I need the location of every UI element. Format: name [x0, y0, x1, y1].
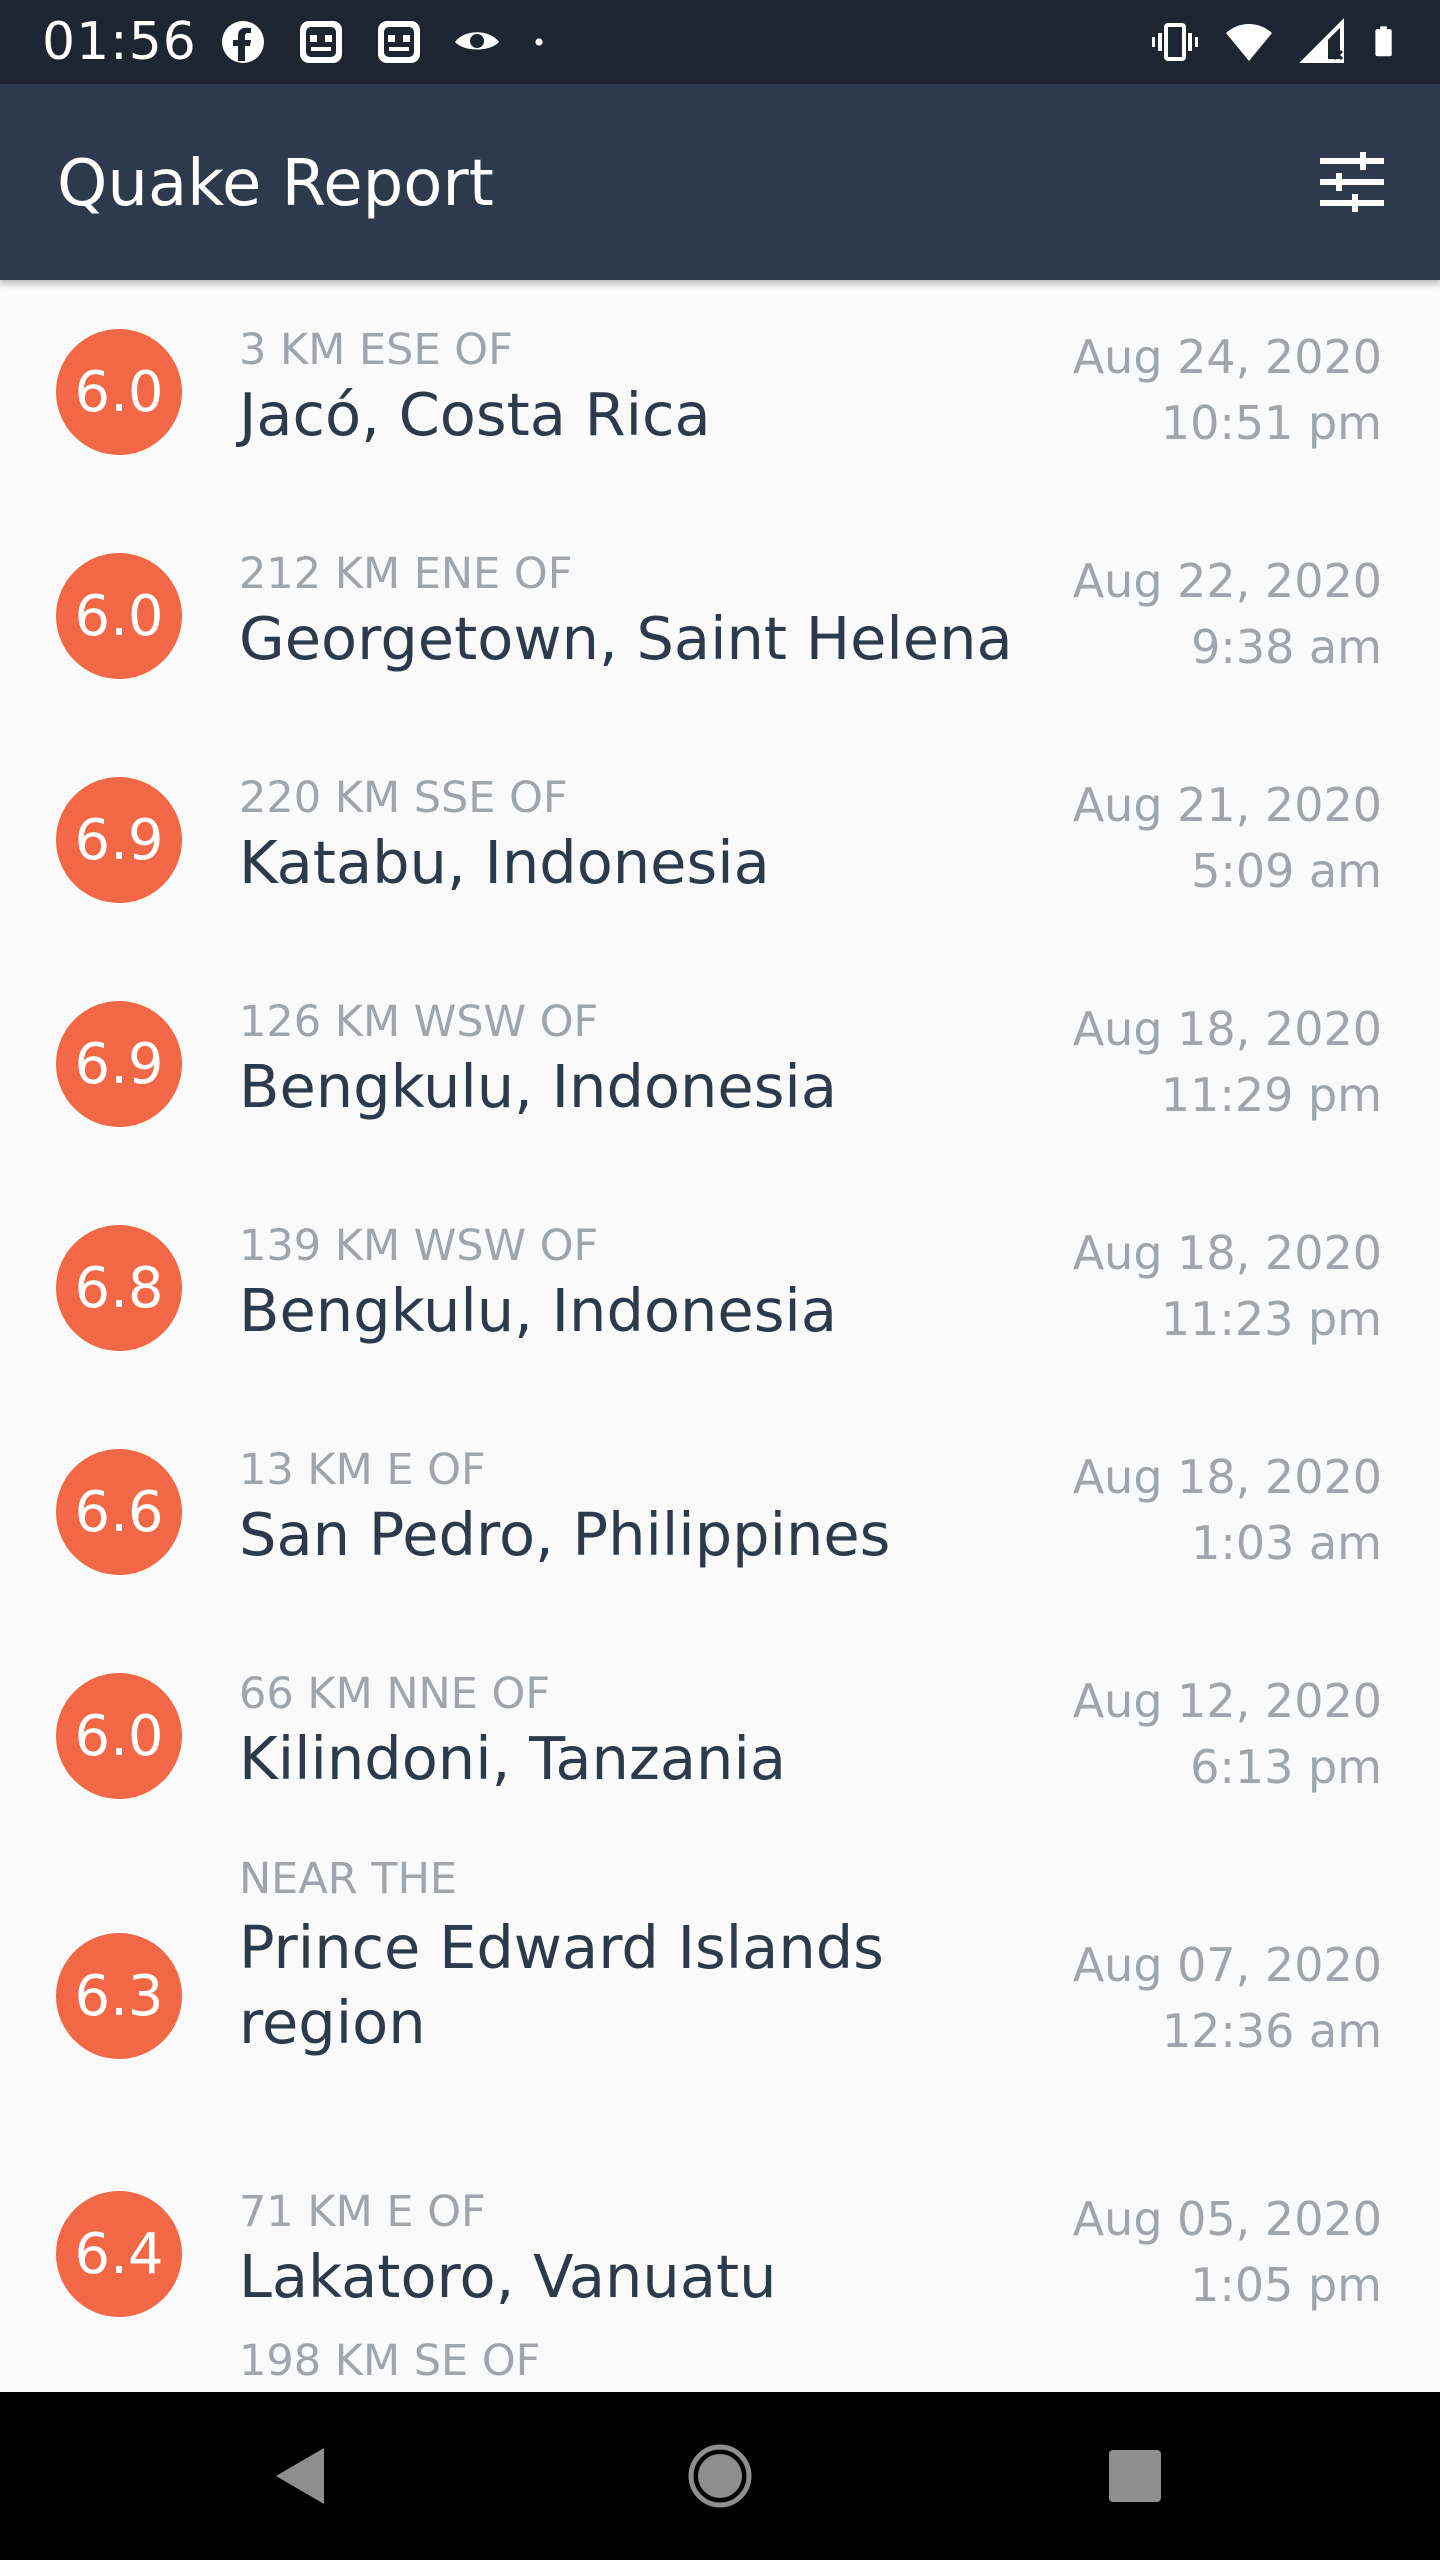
filter-sliders-icon[interactable]: [1316, 146, 1388, 218]
wifi-icon: [1226, 24, 1272, 61]
location-offset: NEAR THE: [239, 1854, 458, 1904]
magnitude-circle: 6.8: [56, 1225, 182, 1351]
time: 1:05 pm: [1190, 2258, 1382, 2312]
system-icons: [1150, 16, 1406, 68]
app-bar: Quake Report: [0, 84, 1440, 280]
location-offset: 71 KM E OF: [239, 2187, 486, 2237]
app-title: Quake Report: [57, 147, 494, 221]
location-offset: 126 KM WSW OF: [239, 997, 599, 1047]
magnitude-circle: 6.9: [56, 1001, 182, 1127]
time: 1:03 am: [1191, 1516, 1382, 1570]
navigation-bar: [0, 2392, 1440, 2560]
signal-icon: [1299, 18, 1344, 63]
magnitude-circle: 6.9: [56, 777, 182, 903]
list-item[interactable]: 6.1198 KM SE OFLorengau, Papua New Guine…: [0, 2330, 1440, 2392]
list-item[interactable]: 6.3 NEAR THE Prince Edward Islands region A…: [0, 1848, 1440, 2142]
date: Aug 07, 2020: [1072, 1938, 1382, 1992]
status-time: 01:56: [42, 12, 197, 72]
list-item[interactable]: 6.0 212 KM ENE OF Georgetown, Saint Helena…: [0, 504, 1440, 728]
date: Aug 24, 2020: [1072, 330, 1382, 384]
date: Aug 12, 2020: [1072, 1674, 1382, 1728]
location-offset: 139 KM WSW OF: [239, 1221, 599, 1271]
vibrate-icon: [1152, 23, 1198, 61]
date: Aug 21, 2020: [1072, 778, 1382, 832]
location-offset: 3 KM ESE OF: [239, 325, 513, 375]
recents-icon[interactable]: [1085, 2426, 1185, 2526]
list-item[interactable]: 6.9 126 KM WSW OF Bengkulu, Indonesia Aug 1…: [0, 952, 1440, 1176]
list-item[interactable]: 6.0 3 KM ESE OF Jacó, Costa Rica Aug 24, 20…: [0, 280, 1440, 504]
magnitude-circle: 6.4: [56, 2191, 182, 2317]
location-offset: 66 KM NNE OF: [239, 1669, 551, 1719]
magnitude-circle: 6.3: [56, 1933, 182, 2059]
notification-icons: [218, 16, 560, 68]
primary-location: Bengkulu, Indonesia: [239, 1052, 837, 1121]
primary-location: Prince Edward Islands region: [239, 1913, 884, 2057]
magnitude-circle: 6.0: [56, 553, 182, 679]
date: Aug 05, 2020: [1072, 2192, 1382, 2246]
location-offset: 198 KM SE OF: [239, 2336, 541, 2386]
date: Aug 18, 2020: [1072, 1226, 1382, 1280]
home-icon[interactable]: [670, 2426, 770, 2526]
location-offset: 13 KM E OF: [239, 1445, 486, 1495]
robot-face-icon: [378, 21, 420, 63]
primary-location: San Pedro, Philippines: [239, 1500, 891, 1569]
dot-icon: [535, 38, 543, 46]
list-item[interactable]: 6.6 13 KM E OF San Pedro, Philippines Aug 1…: [0, 1400, 1440, 1624]
eye-icon: [455, 32, 499, 50]
magnitude-circle: 6.0: [56, 1673, 182, 1799]
battery-icon: [1375, 26, 1392, 57]
location-offset: 212 KM ENE OF: [239, 549, 573, 599]
time: 10:51 pm: [1160, 396, 1382, 450]
primary-location: Lakatoro, Vanuatu: [239, 2242, 777, 2311]
back-icon[interactable]: [250, 2426, 350, 2526]
robot-face-icon: [300, 21, 342, 63]
date: Aug 22, 2020: [1072, 554, 1382, 608]
date: Aug 18, 2020: [1072, 1450, 1382, 1504]
time: 11:23 pm: [1160, 1292, 1382, 1346]
date: Aug 18, 2020: [1072, 1002, 1382, 1056]
list-item[interactable]: 6.0 66 KM NNE OF Kilindoni, Tanzania Aug 12…: [0, 1624, 1440, 1848]
primary-location: Kilindoni, Tanzania: [239, 1724, 786, 1793]
time: 9:38 am: [1191, 620, 1382, 674]
status-bar: 01:56: [0, 0, 1440, 84]
primary-location: Jacó, Costa Rica: [239, 380, 711, 449]
earthquake-list[interactable]: 6.0 3 KM ESE OF Jacó, Costa Rica Aug 24, 20…: [0, 280, 1440, 2392]
facebook-icon: [222, 21, 264, 63]
location-offset: 220 KM SSE OF: [239, 773, 568, 823]
primary-location: Georgetown, Saint Helena: [239, 604, 1013, 673]
magnitude-circle: 6.0: [56, 329, 182, 455]
list-item[interactable]: 6.8 139 KM WSW OF Bengkulu, Indonesia Aug 1…: [0, 1176, 1440, 1400]
time: 6:13 pm: [1190, 1740, 1382, 1794]
primary-location: Katabu, Indonesia: [239, 828, 770, 897]
time: 11:29 pm: [1160, 1068, 1382, 1122]
primary-location: Bengkulu, Indonesia: [239, 1276, 837, 1345]
time: 12:36 am: [1161, 2004, 1382, 2058]
magnitude-circle: 6.6: [56, 1449, 182, 1575]
list-item[interactable]: 6.9 220 KM SSE OF Katabu, Indonesia Aug 21,…: [0, 728, 1440, 952]
time: 5:09 am: [1191, 844, 1382, 898]
